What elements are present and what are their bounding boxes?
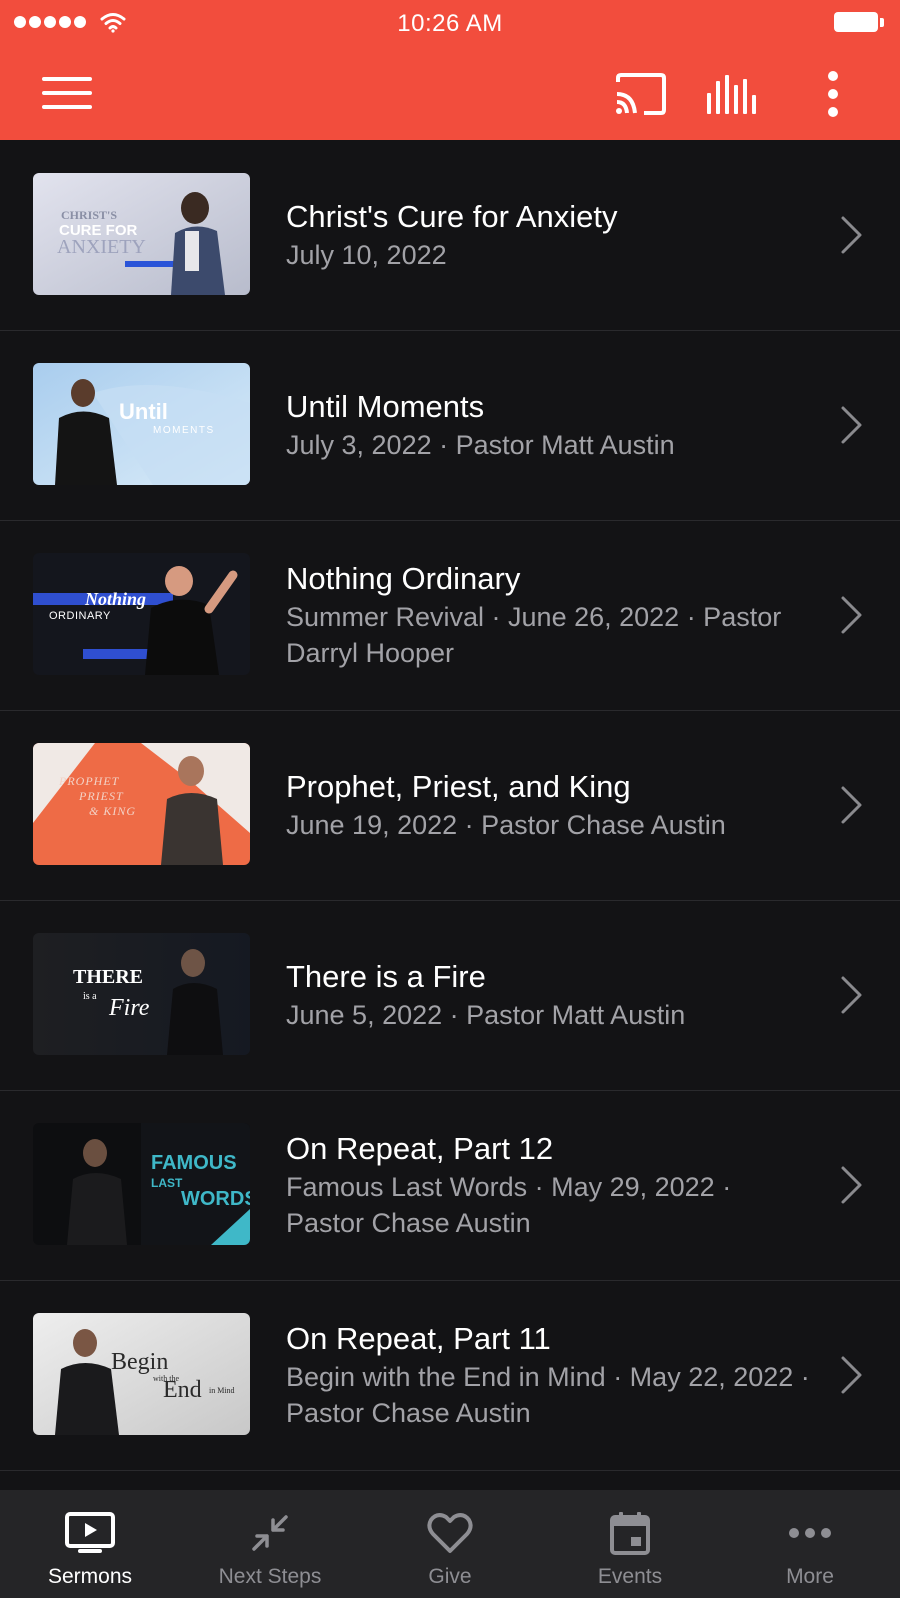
- status-time: 10:26 AM: [397, 10, 503, 37]
- sermon-title: Prophet, Priest, and King: [286, 769, 631, 804]
- tab-sermons[interactable]: Sermons: [0, 1490, 180, 1598]
- svg-text:Fire: Fire: [108, 995, 150, 1021]
- svg-text:THERE: THERE: [73, 966, 143, 988]
- vertical-dots-icon: [828, 71, 838, 117]
- svg-text:is a: is a: [83, 991, 97, 1002]
- chevron-right-icon: [841, 596, 862, 634]
- cast-icon: [616, 73, 666, 115]
- sermon-title: Until Moments: [286, 389, 485, 424]
- sermon-title: Christ's Cure for Anxiety: [286, 199, 618, 234]
- svg-text:Begin: Begin: [111, 1349, 168, 1375]
- sermon-subtitle: Begin with the End in Mind · May 22, 202…: [286, 1362, 810, 1428]
- equalizer-icon: [707, 75, 756, 114]
- svg-text:Until: Until: [119, 399, 168, 424]
- svg-text:in Mind: in Mind: [209, 1386, 235, 1395]
- sermon-thumbnail: Until MOMENTS: [33, 363, 250, 485]
- app-bar: [0, 46, 900, 140]
- sermon-title: On Repeat, Part 12: [286, 1131, 554, 1166]
- svg-text:CHRIST'S: CHRIST'S: [61, 208, 117, 222]
- heart-icon: [427, 1513, 473, 1553]
- overflow-menu-button[interactable]: [808, 64, 858, 124]
- sermon-row[interactable]: FAMOUS LAST WORDS On Repeat, Part 12 Fam…: [0, 1090, 900, 1281]
- svg-text:PROPHET: PROPHET: [58, 774, 120, 788]
- sermon-thumbnail: FAMOUS LAST WORDS: [33, 1123, 250, 1245]
- sermon-thumbnail: Nothing ORDINARY: [33, 553, 250, 675]
- horizontal-dots-icon: [789, 1528, 831, 1538]
- calendar-icon: [610, 1512, 650, 1555]
- menu-button[interactable]: [36, 68, 98, 118]
- svg-text:End: End: [163, 1377, 202, 1403]
- chevron-right-icon: [841, 786, 862, 824]
- tab-label: Next Steps: [218, 1565, 322, 1588]
- tab-events[interactable]: Events: [540, 1490, 720, 1598]
- sermon-subtitle: July 10, 2022: [286, 240, 447, 270]
- chevron-right-icon: [841, 1166, 862, 1204]
- tab-label: Give: [428, 1565, 472, 1588]
- tab-label: Events: [597, 1565, 663, 1588]
- video-screen-icon: [65, 1512, 115, 1553]
- chevron-right-icon: [841, 406, 862, 444]
- sermon-title: Nothing Ordinary: [286, 561, 521, 596]
- svg-text:ORDINARY: ORDINARY: [49, 610, 111, 622]
- svg-text:FAMOUS: FAMOUS: [151, 1152, 237, 1174]
- sermon-row[interactable]: THERE is a Fire There is a Fire June 5, …: [0, 900, 900, 1091]
- tab-give[interactable]: Give: [360, 1490, 540, 1598]
- sermon-subtitle: July 3, 2022 · Pastor Matt Austin: [286, 430, 675, 460]
- svg-text:LAST: LAST: [151, 1176, 183, 1190]
- sermon-row[interactable]: Nothing ORDINARY Nothing Ordinary Summer…: [0, 520, 900, 711]
- sermon-thumbnail: PROPHET PRIEST & KING: [33, 743, 250, 865]
- sermon-thumbnail: THERE is a Fire: [33, 933, 250, 1055]
- svg-text:MOMENTS: MOMENTS: [153, 425, 215, 436]
- svg-text:WORDS: WORDS: [181, 1188, 250, 1210]
- bottom-tab-bar: Sermons Next Steps Give Events More: [0, 1490, 900, 1598]
- svg-text:Nothing: Nothing: [84, 589, 146, 609]
- sermon-title: There is a Fire: [286, 959, 486, 994]
- tab-next-steps[interactable]: Next Steps: [180, 1490, 360, 1598]
- sermon-row[interactable]: Until MOMENTS Until Moments July 3, 2022…: [0, 330, 900, 521]
- chevron-right-icon: [841, 976, 862, 1014]
- sermon-subtitle: June 5, 2022 · Pastor Matt Austin: [286, 1000, 686, 1030]
- sermon-thumbnail: Begin with the End in Mind: [33, 1313, 250, 1435]
- svg-text:& KING: & KING: [89, 804, 136, 818]
- sermon-row[interactable]: Begin with the End in Mind On Repeat, Pa…: [0, 1280, 900, 1471]
- status-bar: 10:26 AM: [0, 0, 900, 46]
- tab-label: More: [786, 1565, 834, 1588]
- svg-text:ANXIETY: ANXIETY: [57, 236, 146, 258]
- sermon-thumbnail: CHRIST'S CURE FOR ANXIETY: [33, 173, 250, 295]
- sermon-row[interactable]: PROPHET PRIEST & KING Prophet, Priest, a…: [0, 710, 900, 901]
- cast-button[interactable]: [608, 66, 674, 122]
- hamburger-menu-icon: [42, 77, 92, 109]
- tab-label: Sermons: [47, 1565, 133, 1588]
- sermon-row[interactable]: CHRIST'S CURE FOR ANXIETY Christ's Cure …: [0, 140, 900, 331]
- arrows-inward-icon: [252, 1515, 288, 1551]
- sermon-subtitle: Summer Revival · June 26, 2022 · Pastor …: [286, 602, 782, 668]
- tab-more[interactable]: More: [720, 1490, 900, 1598]
- statistics-button[interactable]: [702, 68, 762, 120]
- sermon-subtitle: Famous Last Words · May 29, 2022 · Pasto…: [286, 1172, 732, 1238]
- chevron-right-icon: [841, 1356, 862, 1394]
- sermon-title: On Repeat, Part 11: [286, 1321, 551, 1356]
- svg-text:PRIEST: PRIEST: [78, 789, 124, 803]
- battery-icon: [834, 12, 886, 34]
- chevron-right-icon: [841, 216, 862, 254]
- sermon-subtitle: June 19, 2022 · Pastor Chase Austin: [286, 810, 726, 840]
